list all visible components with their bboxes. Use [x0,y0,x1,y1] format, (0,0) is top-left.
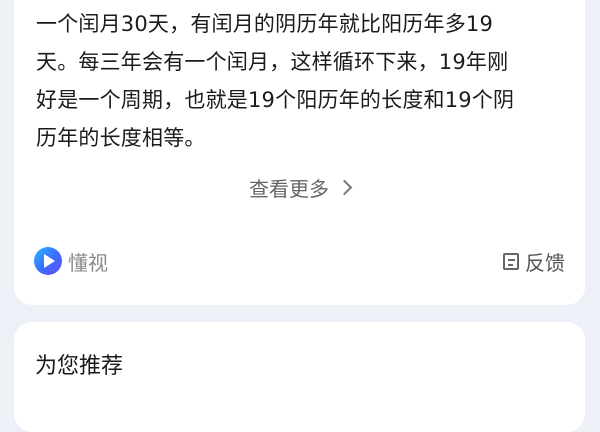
source-link[interactable]: 懂视 [34,247,108,276]
recommend-title: 为您推荐 [35,354,124,379]
feedback-icon [503,252,519,270]
dongshi-logo-icon [34,247,62,275]
view-more-label: 查看更多 [249,177,329,201]
feedback-label: 反馈 [525,250,565,275]
answer-card: 一个闰月30天，有闰月的阴历年就比阳历年多19 天。每三年会有一个闰月，这样循环… [14,0,585,305]
answer-footer: 懂视 反馈 [34,245,565,277]
view-more-button[interactable]: 查看更多 [14,173,585,202]
answer-line: 天。每三年会有一个闰月，这样循环下来，19年刚 [36,50,509,74]
answer-line: 一个闰月30天，有闰月的阴历年就比阳历年多19 [36,12,494,36]
answer-line: 历年的长度相等。 [36,126,206,150]
chevron-right-icon [336,179,353,196]
recommend-card: 为您推荐 [14,322,585,432]
answer-text: 一个闰月30天，有闰月的阴历年就比阳历年多19 天。每三年会有一个闰月，这样循环… [36,5,576,157]
source-label: 懂视 [68,250,108,275]
feedback-button[interactable]: 反馈 [503,247,565,276]
answer-line: 好是一个周期，也就是19个阳历年的长度和19个阴 [36,88,515,112]
